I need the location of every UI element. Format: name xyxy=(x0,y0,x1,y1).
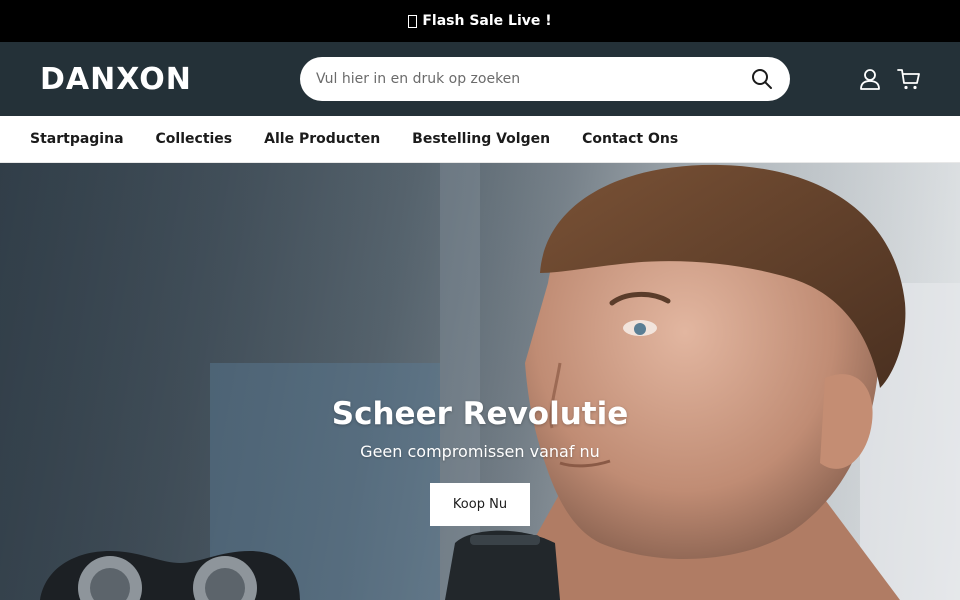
nav-item-contact-ons[interactable]: Contact Ons xyxy=(582,131,678,147)
logo-text: DANXON xyxy=(40,62,192,97)
search-bar xyxy=(300,57,790,101)
hero-subtitle: Geen compromissen vanaf nu xyxy=(360,442,600,461)
hero-banner: Scheer Revolutie Geen compromissen vanaf… xyxy=(0,163,960,600)
nav-item-alle-producten[interactable]: Alle Producten xyxy=(264,131,380,147)
announcement-bar: Flash Sale Live ! xyxy=(0,0,960,42)
announcement-text: Flash Sale Live ! xyxy=(422,13,552,29)
account-button[interactable] xyxy=(857,66,883,92)
cart-button[interactable] xyxy=(896,66,922,92)
search-icon xyxy=(752,69,772,89)
hero-image xyxy=(0,163,960,600)
search-button[interactable] xyxy=(750,67,774,91)
nav-item-bestelling-volgen[interactable]: Bestelling Volgen xyxy=(412,131,550,147)
site-header: DANXON xyxy=(0,42,960,116)
logo[interactable]: DANXON xyxy=(40,62,192,98)
main-nav: Startpagina Collecties Alle Producten Be… xyxy=(0,116,960,163)
cart-icon xyxy=(897,69,920,90)
account-icon xyxy=(860,69,880,90)
search-input[interactable] xyxy=(316,57,736,101)
shop-now-button[interactable]: Koop Nu xyxy=(430,483,530,526)
hero-title: Scheer Revolutie xyxy=(331,396,629,432)
nav-item-collecties[interactable]: Collecties xyxy=(156,131,233,147)
unrendered-glyph-icon xyxy=(408,14,418,28)
nav-item-startpagina[interactable]: Startpagina xyxy=(30,131,124,147)
